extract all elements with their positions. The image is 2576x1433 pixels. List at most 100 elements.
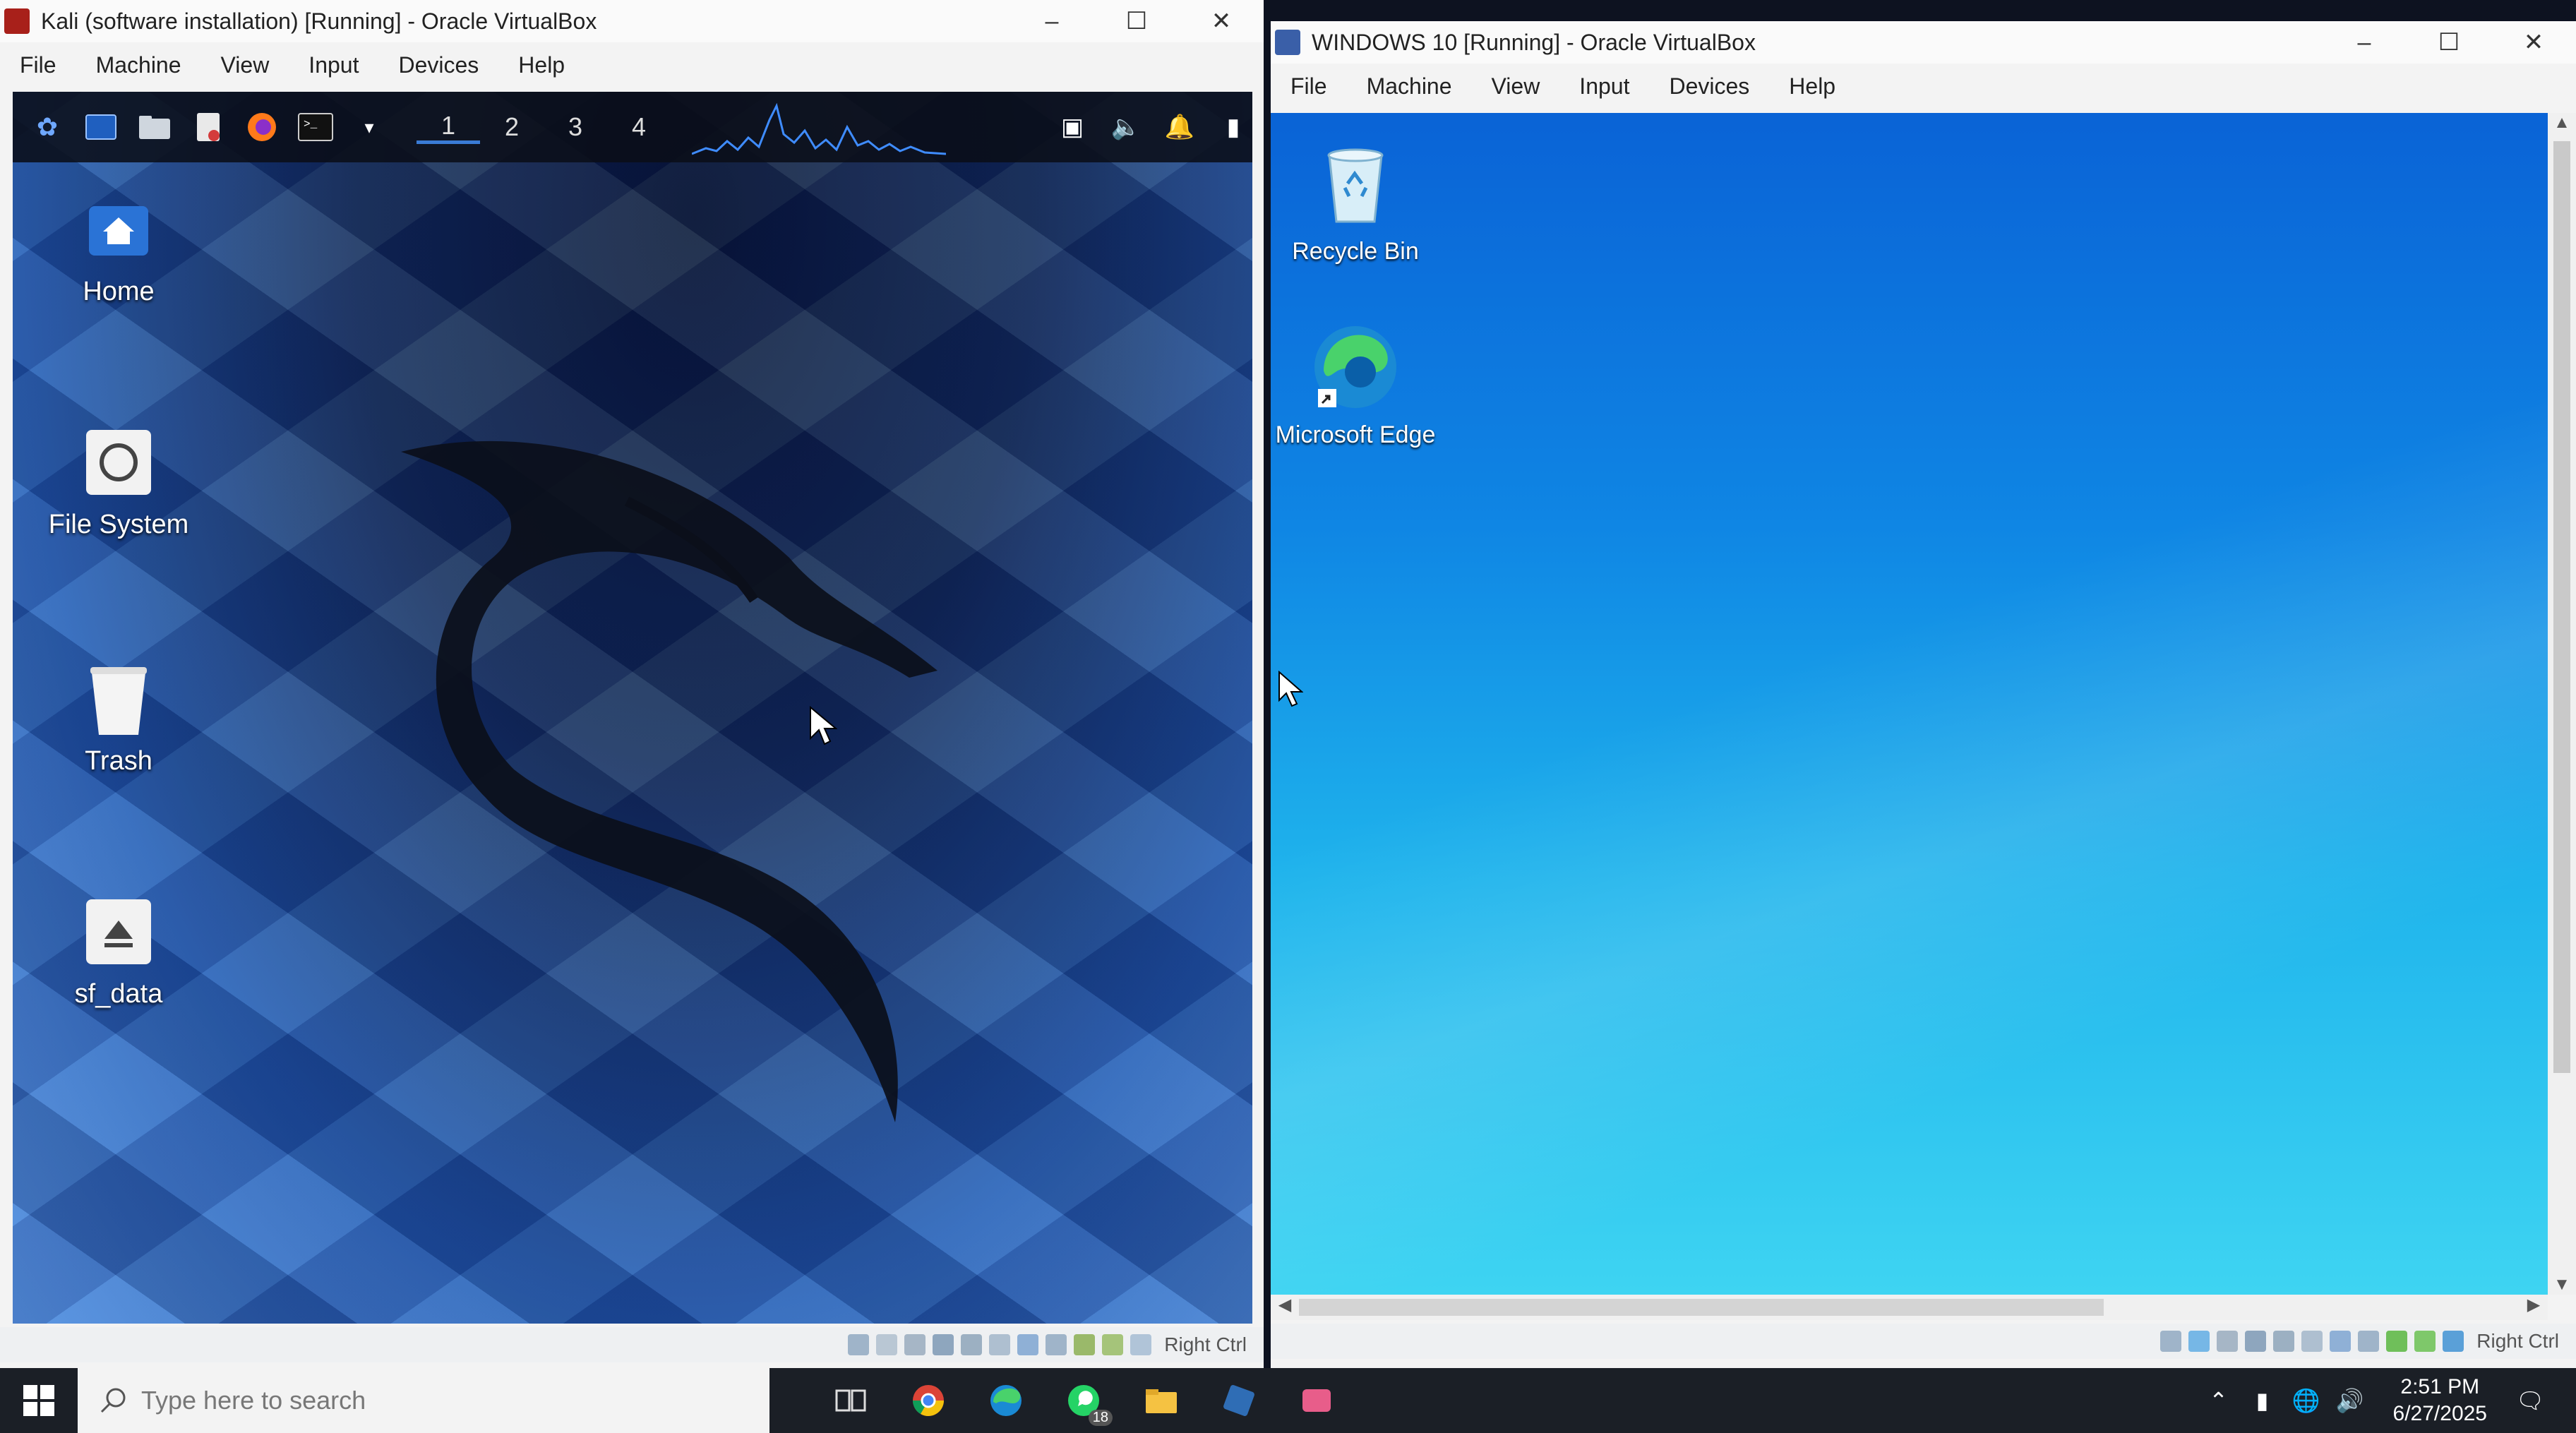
usb-status-icon[interactable] [961,1334,983,1355]
kali-window-title: Kali (software installation) [Running] -… [41,8,597,34]
hard-disk-status-icon[interactable] [848,1334,870,1355]
workspace-2[interactable]: 2 [480,112,544,142]
optical-drive-status-icon[interactable] [2188,1331,2210,1352]
desktop-icon-home[interactable]: Home [34,191,203,307]
menu-devices[interactable]: Devices [378,52,498,78]
win10-title-bar[interactable]: WINDOWS 10 [Running] - Oracle VirtualBox… [1271,21,2576,64]
clock-time: 2:51 PM [2400,1375,2480,1398]
audio-status-icon[interactable] [904,1334,926,1355]
menu-input[interactable]: Input [1559,73,1649,100]
cpu-status-icon[interactable] [1074,1334,1096,1355]
scroll-right-icon[interactable]: ▶ [2520,1295,2548,1315]
chrome-icon[interactable] [889,1368,967,1433]
scrollbar-thumb[interactable] [1299,1299,2104,1316]
edge-icon [1306,318,1405,416]
task-view-icon[interactable] [812,1368,889,1433]
desktop-icon-trash[interactable]: Trash [34,660,203,777]
scroll-up-icon[interactable]: ▲ [2548,113,2576,141]
display-icon[interactable]: ▣ [1053,108,1091,146]
battery-icon[interactable]: ▮ [2245,1383,2280,1418]
desktop-icon-file-system[interactable]: File System [34,424,203,540]
svg-text:>_: >_ [304,118,318,131]
shared-folder-status-icon[interactable] [989,1334,1011,1355]
host-key-label: Right Ctrl [2476,1330,2559,1352]
workspace-3[interactable]: 3 [544,112,607,142]
horizontal-scrollbar[interactable]: ◀ ▶ [1271,1295,2548,1320]
desktop-icon-sf-data[interactable]: sf_data [34,893,203,1009]
taskbar-search-box[interactable]: Type here to search [78,1368,769,1433]
win10-virtualbox-window[interactable]: WINDOWS 10 [Running] - Oracle VirtualBox… [1271,21,2576,1377]
start-button[interactable] [0,1368,78,1433]
hard-disk-status-icon[interactable] [2160,1331,2182,1352]
file-explorer-icon[interactable] [1122,1368,1200,1433]
cpu-status-icon[interactable] [2386,1331,2408,1352]
recycle-bin-icon [1306,134,1405,233]
menu-file[interactable]: File [1271,73,1347,100]
desktop-icon-microsoft-edge[interactable]: Microsoft Edge [1271,318,1440,449]
maximize-button[interactable]: ☐ [1094,0,1179,42]
usb-status-icon[interactable] [2273,1331,2295,1352]
recording-status-icon[interactable] [2358,1331,2380,1352]
chevron-up-icon[interactable]: ⌃ [2201,1383,2236,1418]
audio-status-icon[interactable] [2217,1331,2239,1352]
system-clock[interactable]: 2:51 PM 6/27/2025 [2393,1374,2487,1427]
chevron-down-icon[interactable]: ▾ [350,108,388,146]
notification-bell-icon[interactable]: 🔔 [1161,108,1199,146]
workspace-1[interactable]: 1 [417,111,480,144]
menu-view[interactable]: View [201,52,289,78]
text-editor-icon[interactable] [189,108,227,146]
network-globe-icon[interactable]: 🌐 [2289,1383,2324,1418]
minimize-button[interactable]: – [2322,21,2407,64]
battery-icon[interactable]: ▮ [1214,108,1252,146]
recording-status-icon[interactable] [1046,1334,1067,1355]
firefox-icon[interactable] [243,108,281,146]
keyboard-status-icon[interactable] [1130,1334,1152,1355]
terminal-icon[interactable] [82,108,120,146]
workspace-4[interactable]: 4 [607,112,671,142]
shared-folder-status-icon[interactable] [2301,1331,2323,1352]
win10-vm-screen[interactable]: Recycle Bin Microsoft Edge ▲ ▼ ◀ ▶ [1271,113,2576,1320]
kali-menu-icon[interactable]: ✿ [28,108,66,146]
scrollbar-thumb[interactable] [2553,141,2570,1073]
desktop-icon-recycle-bin[interactable]: Recycle Bin [1271,134,1440,265]
vertical-scrollbar[interactable]: ▲ ▼ [2548,113,2576,1295]
host-key-label: Right Ctrl [1164,1333,1247,1355]
volume-icon[interactable]: 🔊 [2332,1383,2368,1418]
kali-title-bar[interactable]: Kali (software installation) [Running] -… [0,0,1264,42]
menu-machine[interactable]: Machine [1347,73,1472,100]
menu-input[interactable]: Input [289,52,378,78]
network-status-icon[interactable] [933,1334,954,1355]
virtualbox-app-icon [4,8,30,34]
volume-icon[interactable]: 🔈 [1107,108,1145,146]
display-status-icon[interactable] [2330,1331,2352,1352]
app-taskbar-icon[interactable] [1278,1368,1355,1433]
mouse-integration-status-icon[interactable] [2414,1331,2436,1352]
search-placeholder: Type here to search [141,1386,366,1415]
terminal-launcher-icon[interactable]: >_ [296,108,335,146]
menu-machine[interactable]: Machine [76,52,201,78]
keyboard-status-icon[interactable] [2443,1331,2464,1352]
close-button[interactable]: ✕ [2491,21,2576,64]
display-status-icon[interactable] [1017,1334,1039,1355]
file-manager-icon[interactable] [136,108,174,146]
menu-help[interactable]: Help [1769,73,1855,100]
mouse-integration-status-icon[interactable] [1102,1334,1124,1355]
network-status-icon[interactable] [2245,1331,2267,1352]
menu-view[interactable]: View [1472,73,1560,100]
optical-drive-status-icon[interactable] [876,1334,898,1355]
scroll-down-icon[interactable]: ▼ [2548,1275,2576,1295]
kali-vm-screen[interactable]: ✿ >_ ▾ 1 2 3 4 ▣ 🔈 🔔 ▮ Home File System … [13,92,1252,1324]
kali-menu-bar: File Machine View Input Devices Help [0,42,1264,88]
menu-help[interactable]: Help [498,52,585,78]
close-button[interactable]: ✕ [1179,0,1264,42]
virtualbox-taskbar-icon[interactable] [1200,1368,1278,1433]
scroll-left-icon[interactable]: ◀ [1271,1295,1299,1315]
menu-file[interactable]: File [0,52,76,78]
action-center-icon[interactable]: 🗨 [2512,1383,2548,1418]
kali-virtualbox-window[interactable]: Kali (software installation) [Running] -… [0,0,1264,1369]
maximize-button[interactable]: ☐ [2407,21,2491,64]
minimize-button[interactable]: – [1010,0,1094,42]
menu-devices[interactable]: Devices [1649,73,1769,100]
whatsapp-icon[interactable]: 18 [1045,1368,1122,1433]
edge-taskbar-icon[interactable] [967,1368,1045,1433]
